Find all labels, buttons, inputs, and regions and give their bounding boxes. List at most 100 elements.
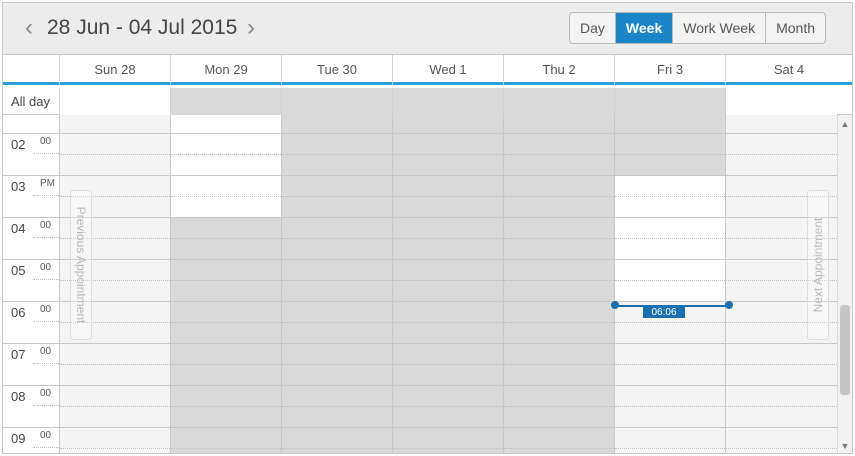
previous-appointment-button[interactable]: Previous Appointment xyxy=(70,190,92,340)
time-slot[interactable] xyxy=(171,259,281,301)
allday-cell-mon[interactable] xyxy=(170,88,281,115)
time-slot[interactable] xyxy=(60,427,170,453)
half-hour-line xyxy=(504,322,614,323)
scroll-up-icon[interactable]: ▲ xyxy=(838,117,852,131)
time-slot[interactable] xyxy=(504,175,614,217)
time-slot[interactable] xyxy=(393,115,503,133)
time-slot[interactable] xyxy=(615,343,725,385)
time-slot[interactable] xyxy=(726,343,837,385)
time-slot[interactable] xyxy=(282,217,392,259)
day-header-wed[interactable]: Wed 1 xyxy=(392,55,503,85)
day-header-mon[interactable]: Mon 29 xyxy=(170,55,281,85)
time-slot[interactable] xyxy=(615,133,725,175)
half-hour-line xyxy=(171,448,281,449)
time-slot[interactable] xyxy=(282,133,392,175)
time-slot[interactable] xyxy=(171,175,281,217)
time-slot[interactable] xyxy=(393,427,503,453)
half-hour-divider xyxy=(33,237,59,238)
date-range-title[interactable]: 28 Jun - 04 Jul 2015 xyxy=(47,13,237,43)
vertical-scrollbar[interactable]: ▲ ▼ xyxy=(837,115,852,453)
allday-cell-thu[interactable] xyxy=(503,88,614,115)
half-hour-line xyxy=(171,280,281,281)
time-slot[interactable] xyxy=(60,343,170,385)
time-slot[interactable] xyxy=(171,133,281,175)
view-month-button[interactable]: Month xyxy=(765,13,825,43)
time-slot[interactable] xyxy=(726,427,837,453)
half-hour-line xyxy=(504,154,614,155)
time-slot[interactable] xyxy=(615,115,725,133)
time-slot[interactable] xyxy=(171,343,281,385)
time-slot[interactable] xyxy=(393,259,503,301)
chevron-left-icon[interactable]: ‹ xyxy=(19,15,39,41)
allday-cell-wed[interactable] xyxy=(392,88,503,115)
time-slot[interactable] xyxy=(171,385,281,427)
half-hour-line xyxy=(726,448,837,449)
view-work-week-button[interactable]: Work Week xyxy=(672,13,765,43)
time-slot[interactable] xyxy=(504,301,614,343)
half-hour-line xyxy=(282,238,392,239)
time-slot[interactable] xyxy=(282,115,392,133)
chevron-right-icon[interactable]: › xyxy=(241,15,261,41)
view-week-button[interactable]: Week xyxy=(614,13,673,43)
time-slot[interactable] xyxy=(171,301,281,343)
time-slot[interactable] xyxy=(504,115,614,133)
time-slot[interactable] xyxy=(60,133,170,175)
time-slot[interactable] xyxy=(171,427,281,453)
day-header-fri[interactable]: Fri 3 xyxy=(614,55,725,85)
allday-cell-sun[interactable] xyxy=(59,88,170,115)
time-slot[interactable] xyxy=(282,385,392,427)
half-hour-line xyxy=(393,322,503,323)
time-slot[interactable] xyxy=(171,115,281,133)
time-slot[interactable] xyxy=(393,343,503,385)
hour-label: 02 xyxy=(11,137,26,152)
time-slot[interactable] xyxy=(504,133,614,175)
half-hour-line xyxy=(171,238,281,239)
half-hour-divider xyxy=(33,153,59,154)
time-slot[interactable] xyxy=(60,385,170,427)
day-header-sun[interactable]: Sun 28 xyxy=(59,55,170,85)
time-slot[interactable] xyxy=(726,133,837,175)
time-slot[interactable] xyxy=(393,133,503,175)
half-hour-line xyxy=(60,364,170,365)
scroll-down-icon[interactable]: ▼ xyxy=(838,439,852,453)
day-header-tue[interactable]: Tue 30 xyxy=(281,55,392,85)
time-slot[interactable] xyxy=(282,259,392,301)
time-slot[interactable] xyxy=(726,385,837,427)
view-day-button[interactable]: Day xyxy=(570,13,615,43)
time-slot[interactable] xyxy=(726,115,837,133)
time-slot[interactable] xyxy=(393,217,503,259)
time-slot[interactable] xyxy=(282,343,392,385)
time-slot[interactable] xyxy=(504,217,614,259)
time-slot[interactable] xyxy=(504,427,614,453)
time-slot[interactable] xyxy=(615,175,725,217)
time-slot[interactable] xyxy=(282,427,392,453)
allday-cell-fri[interactable] xyxy=(614,88,725,115)
allday-cell-sat[interactable] xyxy=(725,88,837,115)
half-hour-line xyxy=(282,448,392,449)
half-hour-line xyxy=(282,196,392,197)
time-slot[interactable] xyxy=(282,301,392,343)
time-slot[interactable] xyxy=(615,217,725,259)
allday-cell-tue[interactable] xyxy=(281,88,392,115)
day-header-thu[interactable]: Thu 2 xyxy=(503,55,614,85)
time-slot[interactable] xyxy=(504,259,614,301)
time-slot[interactable] xyxy=(393,301,503,343)
day-header-sat[interactable]: Sat 4 xyxy=(725,55,852,85)
hour-label: 07 xyxy=(11,347,26,362)
time-slot[interactable] xyxy=(393,175,503,217)
half-hour-line xyxy=(171,196,281,197)
time-slot[interactable] xyxy=(282,175,392,217)
time-slot[interactable] xyxy=(393,385,503,427)
time-slot[interactable] xyxy=(615,385,725,427)
scroll-thumb[interactable] xyxy=(840,305,850,395)
half-hour-line xyxy=(393,280,503,281)
time-slot[interactable] xyxy=(504,343,614,385)
next-appointment-button[interactable]: Next Appointment xyxy=(807,190,829,340)
time-slot[interactable] xyxy=(504,385,614,427)
time-slot[interactable] xyxy=(60,115,170,133)
half-hour-divider xyxy=(33,321,59,322)
half-hour-line xyxy=(504,448,614,449)
time-slot[interactable] xyxy=(615,259,725,301)
time-slot[interactable] xyxy=(171,217,281,259)
time-slot[interactable] xyxy=(615,427,725,453)
